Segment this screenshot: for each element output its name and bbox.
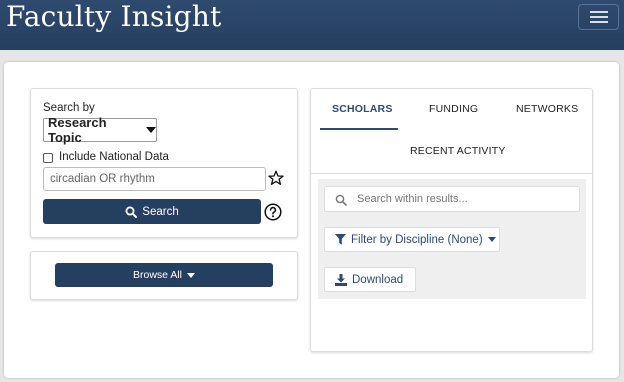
hamburger-line — [589, 21, 608, 23]
search-button[interactable]: Search — [43, 199, 261, 224]
download-label: Download — [352, 273, 404, 286]
tabs-divider — [311, 173, 592, 174]
search-by-dropdown[interactable]: Research Topic — [43, 115, 157, 145]
tab-networks[interactable]: NETWORKS — [516, 103, 578, 115]
star-icon[interactable] — [268, 170, 284, 186]
filter-discipline-label: Filter by Discipline (None) — [351, 233, 483, 246]
tab-recent-activity[interactable]: RECENT ACTIVITY — [410, 145, 506, 157]
top-navbar: Faculty Insight — [0, 0, 624, 50]
search-button-label: Search — [142, 205, 179, 218]
search-query-input[interactable]: circadian OR rhythm — [43, 167, 266, 191]
menu-toggle-button[interactable] — [578, 4, 619, 30]
filter-discipline-button[interactable]: Filter by Discipline (None) — [324, 227, 500, 252]
tab-scholars[interactable]: SCHOLARS — [332, 103, 393, 115]
caret-down-icon — [187, 272, 196, 278]
search-icon — [335, 194, 347, 206]
app-title[interactable]: Faculty Insight — [6, 0, 222, 34]
search-by-label: Search by — [43, 102, 95, 114]
search-by-value: Research Topic — [48, 115, 107, 145]
active-tab-indicator — [320, 128, 398, 130]
filter-icon — [335, 234, 346, 245]
caret-down-icon — [146, 127, 156, 133]
hamburger-line — [589, 16, 608, 18]
tab-funding[interactable]: FUNDING — [429, 103, 478, 115]
help-icon[interactable] — [264, 203, 282, 221]
caret-down-icon — [487, 237, 496, 242]
browse-all-label: Browse All — [132, 269, 183, 281]
browse-all-button[interactable]: Browse All — [55, 263, 273, 287]
include-national-checkbox[interactable] — [43, 153, 53, 163]
download-button[interactable]: Download — [324, 267, 416, 292]
download-icon — [335, 273, 347, 286]
search-within-results-input[interactable]: Search within results... — [324, 186, 580, 212]
include-national-label[interactable]: Include National Data — [59, 151, 169, 163]
search-within-placeholder: Search within results... — [357, 193, 468, 205]
hamburger-line — [589, 11, 608, 13]
search-icon — [125, 206, 138, 218]
